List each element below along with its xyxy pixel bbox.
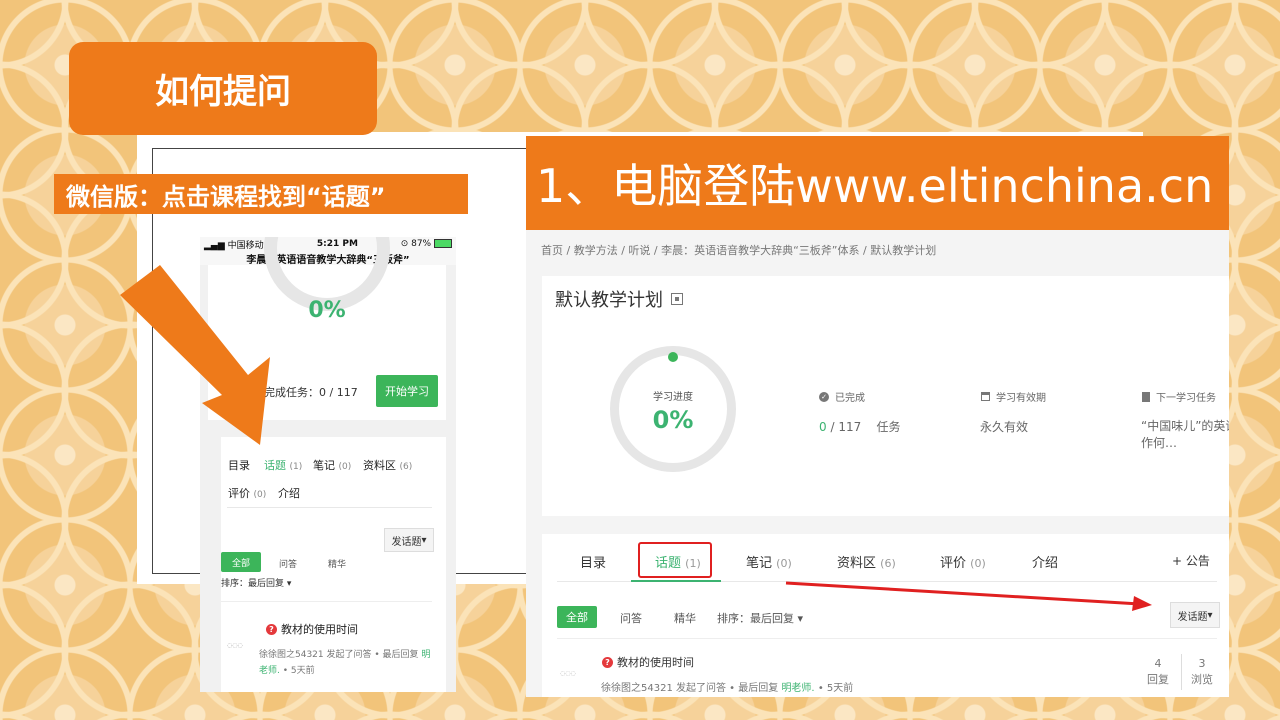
progress-label: 学习进度 bbox=[653, 392, 693, 403]
highlight-box bbox=[638, 542, 712, 578]
tab-notes[interactable]: 笔记 (0) bbox=[746, 552, 792, 571]
progress-start-dot bbox=[668, 352, 678, 362]
tab-catalog[interactable]: 目录 bbox=[580, 552, 606, 571]
slide-title: 如何提问 bbox=[69, 42, 377, 135]
avatar: ◌◌◌ bbox=[227, 642, 243, 649]
divider bbox=[557, 638, 1217, 639]
desktop-heading: 1、电脑登陆www.eltinchina.cn bbox=[526, 136, 1229, 230]
validity-stat-value: 永久有效 bbox=[980, 420, 1029, 434]
plan-title: 默认教学计划 bbox=[555, 286, 683, 312]
battery-percent: 87% bbox=[411, 239, 432, 249]
tab-reviews[interactable]: 评价 (0) bbox=[228, 485, 266, 501]
signal-icon: ▂▄▆ bbox=[204, 240, 225, 251]
wechat-instruction-label: 微信版：点击课程找到“话题” bbox=[54, 174, 468, 214]
next-task-label: 下一学习任务 bbox=[1142, 389, 1216, 404]
reply-count: 4 回复 bbox=[1147, 657, 1169, 686]
filter-qa[interactable]: 问答 bbox=[620, 610, 642, 626]
qrcode-icon[interactable] bbox=[671, 293, 683, 305]
replier-link[interactable]: 明老师. bbox=[781, 683, 814, 694]
alarm-icon: ⊙ bbox=[400, 239, 409, 249]
question-icon: ? bbox=[602, 656, 613, 668]
topic-meta: 徐徐图之54321 发起了问答 • 最后回复 明老师. • 5天前 bbox=[601, 683, 854, 694]
view-count: 3 浏览 bbox=[1191, 657, 1213, 686]
tab-notes[interactable]: 笔记 (0) bbox=[313, 457, 351, 473]
completed-stat-value: 0 / 117 任务 bbox=[819, 420, 901, 434]
breadcrumb[interactable]: 首页 / 教学方法 / 听说 / 李晨：英语语音教学大辞典“三板斧”体系 / 默… bbox=[541, 242, 936, 258]
tab-catalog[interactable]: 目录 bbox=[228, 457, 250, 473]
filter-all[interactable]: 全部 bbox=[557, 606, 597, 628]
next-task-value[interactable]: “中国味儿”的英语 作何… bbox=[1141, 418, 1229, 452]
announcement-button[interactable]: + 公告 bbox=[1172, 552, 1210, 569]
carrier-label: 中国移动 bbox=[227, 240, 264, 251]
post-topic-button[interactable]: 发话题 bbox=[1170, 602, 1220, 628]
completed-stat-label: ✓ 已完成 bbox=[819, 389, 865, 404]
question-icon: ? bbox=[266, 623, 277, 635]
desktop-screenshot: 首页 / 教学方法 / 听说 / 李晨：英语语音教学大辞典“三板斧”体系 / 默… bbox=[526, 230, 1229, 697]
topic-meta: 徐徐图之54321 发起了问答 • 最后回复 明老师. • 5天前 bbox=[259, 650, 431, 676]
filter-all[interactable]: 全部 bbox=[221, 552, 261, 572]
start-learning-button[interactable]: 开始学习 bbox=[376, 375, 438, 407]
avatar: ◌◌◌ bbox=[560, 670, 576, 677]
topics-card: 目录 话题 (1) 笔记 (0) 资料区 (6) 评价 (0) 介绍 + 公告 … bbox=[542, 534, 1229, 697]
tab-resources[interactable]: 资料区 (6) bbox=[363, 457, 412, 473]
topic-title-link[interactable]: ? 教材的使用时间 bbox=[602, 654, 694, 670]
tab-intro[interactable]: 介绍 bbox=[1032, 552, 1058, 571]
phone-tabs-card: 目录 话题 (1) 笔记 (0) 资料区 (6) 评价 (0) 介绍 发话题 全… bbox=[221, 437, 446, 692]
calendar-icon bbox=[981, 392, 990, 401]
topic-title-link[interactable]: ? 教材的使用时间 bbox=[266, 621, 358, 637]
battery-icon bbox=[434, 239, 452, 248]
tab-intro[interactable]: 介绍 bbox=[278, 485, 300, 501]
active-tab-underline bbox=[631, 580, 721, 582]
check-circle-icon: ✓ bbox=[819, 391, 829, 402]
tab-topics[interactable]: 话题 (1) bbox=[264, 457, 302, 473]
divider bbox=[221, 601, 432, 602]
divider bbox=[227, 507, 432, 508]
book-icon bbox=[1142, 391, 1150, 402]
filter-featured[interactable]: 精华 bbox=[328, 557, 346, 570]
sort-dropdown[interactable]: 排序：最后回复 bbox=[221, 576, 291, 589]
progress-percent: 0% bbox=[652, 406, 694, 434]
orange-arrow-icon bbox=[120, 265, 270, 445]
tab-reviews[interactable]: 评价 (0) bbox=[940, 552, 986, 571]
red-arrow-icon bbox=[785, 581, 1152, 611]
post-topic-button[interactable]: 发话题 bbox=[384, 528, 434, 552]
plan-card: 默认教学计划 学习进度 0% ✓ 已完成 0 / 117 任务 学习有效期 永久有… bbox=[542, 276, 1229, 516]
filter-featured[interactable]: 精华 bbox=[674, 610, 696, 626]
filter-qa[interactable]: 问答 bbox=[279, 557, 297, 570]
validity-stat-label: 学习有效期 bbox=[981, 389, 1046, 404]
tab-resources[interactable]: 资料区 (6) bbox=[837, 552, 896, 571]
